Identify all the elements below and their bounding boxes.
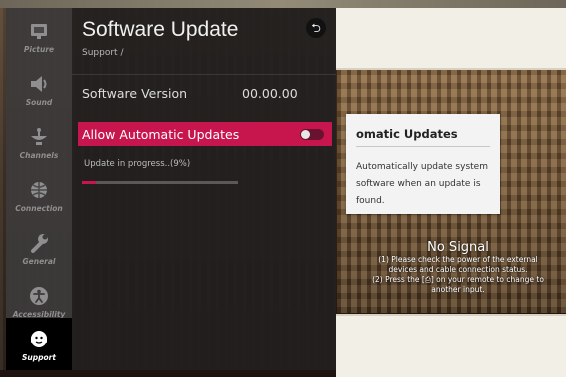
allow-automatic-updates-row[interactable]: Allow Automatic Updates: [78, 122, 332, 146]
software-version-row: Software Version 00.00.00: [72, 82, 336, 106]
back-arrow-icon: ⮌: [311, 21, 321, 35]
sidebar-item-picture[interactable]: Picture: [6, 12, 72, 64]
support-icon: [31, 331, 47, 347]
sidebar-item-sound[interactable]: Sound: [6, 65, 72, 117]
sidebar-item-label: General: [22, 257, 56, 266]
sidebar-item-label: Channels: [19, 151, 59, 160]
no-signal-title: No Signal: [427, 240, 489, 255]
tooltip-title: omatic Updates: [356, 127, 458, 141]
frame-mat-bottom: [336, 314, 566, 377]
settings-sidebar: Picture Sound Channels Connection Genera…: [6, 8, 72, 370]
sidebar-item-support[interactable]: Support: [6, 318, 72, 370]
frame-mat-top: [336, 8, 566, 70]
sidebar-item-general[interactable]: General: [6, 224, 72, 276]
allow-automatic-updates-label: Allow Automatic Updates: [82, 127, 240, 142]
software-version-value: 00.00.00: [242, 86, 298, 101]
background-ledge: [0, 0, 566, 8]
sidebar-item-connection[interactable]: Connection: [6, 171, 72, 223]
no-signal-line: (1) Please check the power of the extern…: [378, 255, 538, 264]
picture-icon: [31, 24, 47, 39]
update-progress-fill: [82, 181, 97, 184]
accessibility-icon: [30, 287, 48, 305]
auto-update-toggle[interactable]: [300, 129, 324, 140]
no-signal-line: devices and cable connection status.: [388, 265, 528, 274]
sidebar-item-label: Picture: [23, 45, 55, 54]
sidebar-item-label: Support: [22, 353, 56, 362]
sidebar-item-label: Connection: [15, 204, 63, 213]
software-update-panel: Software Update Support / ⮌ Software Ver…: [72, 8, 336, 370]
divider: [72, 74, 336, 75]
toggle-knob: [301, 130, 310, 139]
no-signal-line: another input.: [431, 285, 485, 294]
wrench-icon: [31, 234, 48, 253]
speaker-icon: [31, 76, 47, 92]
page-title: Software Update: [82, 18, 239, 41]
breadcrumb: Support /: [82, 48, 124, 58]
tooltip-body: Automatically update system software whe…: [356, 162, 488, 206]
sidebar-item-label: Sound: [25, 98, 53, 107]
software-version-label: Software Version: [82, 86, 188, 101]
back-button[interactable]: ⮌: [306, 18, 326, 38]
no-signal-line: (2) Press the [⎙] on your remote to chan…: [372, 275, 544, 284]
help-tooltip: omatic Updates Automatically update syst…: [346, 114, 500, 214]
no-signal-message: No Signal (1) Please check the power of …: [358, 240, 558, 295]
satellite-dish-icon: [31, 128, 47, 145]
update-progress-text: Update in progress..(9%): [84, 159, 191, 169]
sidebar-item-channels[interactable]: Channels: [6, 118, 72, 170]
tooltip-divider: [356, 146, 490, 147]
globe-icon: [31, 182, 47, 198]
update-progress-bar: [82, 181, 238, 184]
